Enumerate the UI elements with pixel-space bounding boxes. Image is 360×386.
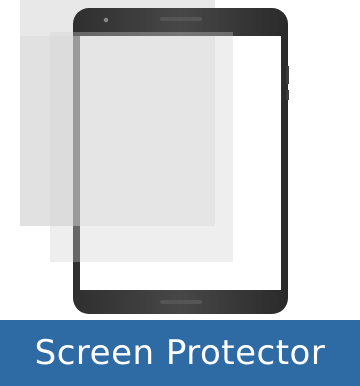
- bottom-speaker-slot: [160, 300, 202, 304]
- tablet-side-button: [286, 66, 289, 84]
- caption-banner: Screen Protector: [0, 320, 360, 386]
- top-speaker-slot: [160, 17, 202, 21]
- tablet-with-screen-protector-icon: [20, 0, 289, 314]
- protector-film-overlap: [20, 36, 215, 226]
- front-camera-icon: [103, 17, 109, 23]
- product-caption: Screen Protector: [34, 333, 326, 373]
- tablet-side-button: [286, 90, 289, 100]
